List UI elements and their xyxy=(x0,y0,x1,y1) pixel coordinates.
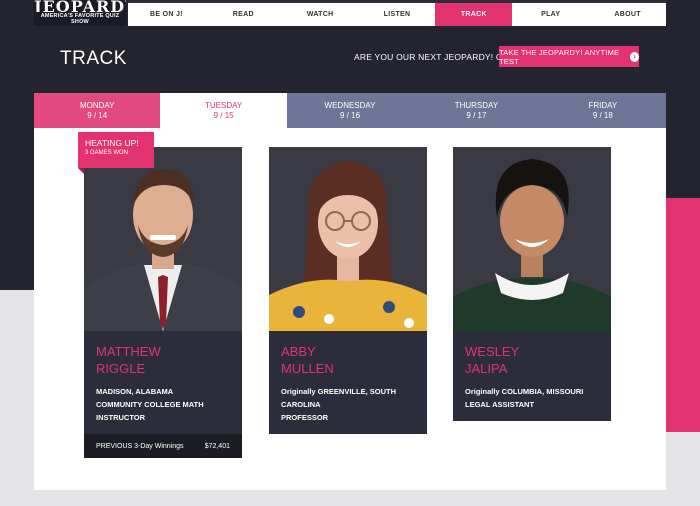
contestant-card-mullen[interactable]: ABBY MULLEN Originally GREENVILLE, SOUTH… xyxy=(269,147,427,434)
tab-thursday[interactable]: THURSDAY 9 / 17 xyxy=(413,93,540,128)
tab-day-label: FRIDAY xyxy=(588,100,618,110)
badge-subtitle: 3 GAMES WON xyxy=(85,150,129,156)
page-title: TRACK xyxy=(60,48,127,69)
logo-tagline: AMERICA'S FAVORITE QUIZ SHOW xyxy=(40,13,120,25)
decorative-strip xyxy=(666,198,700,432)
contestant-first-name: MATTHEW xyxy=(96,344,161,359)
contestant-photo-illustration xyxy=(269,147,427,331)
nav-item-about[interactable]: ABOUT xyxy=(589,3,666,26)
contestant-photo-illustration xyxy=(84,147,242,331)
nav-item-read[interactable]: READ xyxy=(205,3,282,26)
contestant-last-name: MULLEN xyxy=(281,361,334,376)
heating-up-badge: HEATING UP! 3 GAMES WON xyxy=(78,132,154,168)
winnings-value: $72,401 xyxy=(204,442,230,450)
tab-date-label: 9 / 16 xyxy=(340,110,361,120)
anytime-test-button[interactable]: TAKE THE JEOPARDY! ANYTIME TEST › xyxy=(499,46,639,67)
contestant-info: Originally COLUMBIA, MISSOURI LEGAL ASSI… xyxy=(453,377,611,421)
winnings-label: PREVIOUS 3-Day Winnings xyxy=(96,442,184,450)
contestant-card-jalipa[interactable]: WESLEY JALIPA Originally COLUMBIA, MISSO… xyxy=(453,147,611,421)
contestant-occupation: LEGAL ASSISTANT xyxy=(465,400,535,409)
tab-wednesday[interactable]: WEDNESDAY 9 / 16 xyxy=(286,93,414,128)
contestant-name: MATTHEW RIGGLE xyxy=(84,331,242,377)
winnings-bar: PREVIOUS 3-Day Winnings $72,401 xyxy=(84,434,242,458)
contestant-photo xyxy=(269,147,427,331)
contestant-hometown: Originally GREENVILLE, SOUTH xyxy=(281,387,397,396)
contestant-photo xyxy=(453,147,611,331)
contestant-first-name: WESLEY xyxy=(465,344,520,359)
contestant-name: WESLEY JALIPA xyxy=(453,331,611,377)
tab-date-label: 9 / 15 xyxy=(213,110,234,120)
contestant-occupation-cont: INSTRUCTOR xyxy=(96,413,146,422)
contestant-info: Originally GREENVILLE, SOUTH CAROLINA PR… xyxy=(269,377,427,434)
contestant-info: MADISON, ALABAMA COMMUNITY COLLEGE MATH … xyxy=(84,377,242,434)
contestant-hometown: Originally COLUMBIA, MISSOURI xyxy=(465,387,584,396)
tab-monday[interactable]: MONDAY 9 / 14 xyxy=(34,93,161,128)
contestant-last-name: RIGGLE xyxy=(96,361,146,376)
tab-day-label: TUESDAY xyxy=(205,100,243,110)
logo-wordmark: JEOPARDY! xyxy=(34,0,126,12)
contestant-last-name: JALIPA xyxy=(465,361,508,376)
contestant-name: ABBY MULLEN xyxy=(269,331,427,377)
contestant-occupation: COMMUNITY COLLEGE MATH xyxy=(96,400,204,409)
tab-date-label: 9 / 17 xyxy=(466,110,487,120)
tab-friday[interactable]: FRIDAY 9 / 18 xyxy=(539,93,667,128)
nav-item-play[interactable]: PLAY xyxy=(512,3,589,26)
contestant-first-name: ABBY xyxy=(281,344,316,359)
tab-day-label: WEDNESDAY xyxy=(324,100,376,110)
tab-date-label: 9 / 18 xyxy=(592,110,613,120)
day-tabs: MONDAY 9 / 14 TUESDAY 9 / 15 WEDNESDAY 9… xyxy=(34,93,667,128)
tab-day-label: THURSDAY xyxy=(454,100,499,110)
contestant-photo-illustration xyxy=(453,147,611,331)
tab-tuesday[interactable]: TUESDAY 9 / 15 xyxy=(160,93,287,128)
contestant-occupation: PROFESSOR xyxy=(281,413,329,422)
contestant-hometown: MADISON, ALABAMA xyxy=(96,387,174,396)
arrow-right-icon: › xyxy=(630,51,639,62)
main-nav: BE ON J! READ WATCH LISTEN TRACK PLAY AB… xyxy=(128,3,666,26)
nav-item-be-on-j[interactable]: BE ON J! xyxy=(128,3,205,26)
nav-item-track[interactable]: TRACK xyxy=(435,3,513,26)
anytime-test-label: TAKE THE JEOPARDY! ANYTIME TEST xyxy=(499,47,620,66)
contestant-photo xyxy=(84,147,242,331)
logo[interactable]: JEOPARDY! AMERICA'S FAVORITE QUIZ SHOW xyxy=(34,0,126,26)
nav-item-watch[interactable]: WATCH xyxy=(282,3,359,26)
tab-day-label: MONDAY xyxy=(79,100,115,110)
badge-title: HEATING UP! xyxy=(85,138,139,148)
contestant-card-riggle[interactable]: MATTHEW RIGGLE MADISON, ALABAMA COMMUNIT… xyxy=(84,147,242,458)
contestant-hometown-cont: CAROLINA xyxy=(281,400,321,409)
badge-fold xyxy=(78,168,84,174)
nav-item-listen[interactable]: LISTEN xyxy=(359,3,436,26)
tab-date-label: 9 / 14 xyxy=(87,110,108,120)
